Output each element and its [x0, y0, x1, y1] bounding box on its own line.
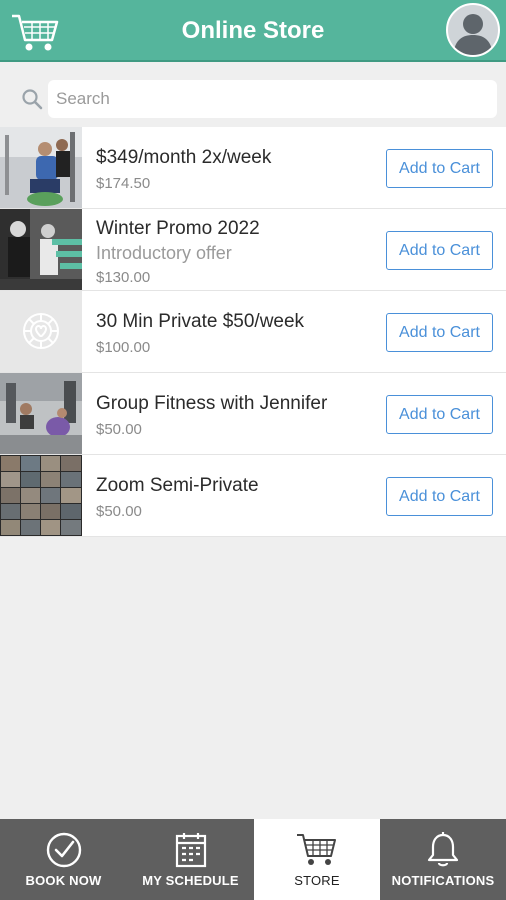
list-item[interactable]: Zoom Semi-Private $50.00 Add to Cart: [0, 455, 506, 537]
product-name: Winter Promo 2022: [96, 218, 260, 239]
product-thumbnail: [0, 209, 82, 290]
search-icon: [22, 89, 43, 110]
bell-icon: [427, 832, 459, 867]
check-circle-icon: [46, 832, 81, 868]
list-item[interactable]: Winter Promo 2022 Introductory offer $13…: [0, 209, 506, 291]
add-to-cart-button[interactable]: Add to Cart: [386, 149, 493, 188]
product-price: $174.50: [96, 175, 151, 192]
product-name: Zoom Semi-Private: [96, 475, 259, 496]
app-header: Online Store: [0, 0, 506, 62]
product-thumbnail: [0, 127, 82, 208]
tab-store[interactable]: STORE: [254, 819, 380, 900]
product-name: 30 Min Private $50/week: [96, 311, 305, 332]
tab-my-schedule[interactable]: MY SCHEDULE: [127, 819, 254, 900]
bottom-tab-bar: BOOK NOW MY SCHEDULE STORE NOTIFICATIONS: [0, 819, 506, 900]
tab-label: NOTIFICATIONS: [391, 873, 495, 888]
add-to-cart-button[interactable]: Add to Cart: [386, 395, 493, 434]
tab-book-now[interactable]: BOOK NOW: [0, 819, 127, 900]
list-item[interactable]: Group Fitness with Jennifer $50.00 Add t…: [0, 373, 506, 455]
product-name: $349/month 2x/week: [96, 147, 272, 168]
search-input[interactable]: [48, 80, 497, 118]
tab-notifications[interactable]: NOTIFICATIONS: [380, 819, 506, 900]
add-to-cart-button[interactable]: Add to Cart: [386, 477, 493, 516]
product-price: $50.00: [96, 503, 142, 520]
tab-label: STORE: [294, 873, 340, 888]
add-to-cart-button[interactable]: Add to Cart: [386, 313, 493, 352]
page-title: Online Store: [181, 17, 325, 44]
list-item[interactable]: 30 Min Private $50/week $100.00 Add to C…: [0, 291, 506, 373]
tab-label: BOOK NOW: [25, 873, 102, 888]
search-bar: [0, 70, 506, 126]
product-thumbnail: [0, 455, 82, 536]
product-subtitle: Introductory offer: [96, 243, 232, 263]
list-item[interactable]: $349/month 2x/week $174.50 Add to Cart: [0, 127, 506, 209]
user-avatar-icon[interactable]: [446, 3, 500, 57]
tab-label: MY SCHEDULE: [142, 873, 239, 888]
shopping-cart-icon: [297, 834, 336, 865]
product-thumbnail: [0, 373, 82, 454]
calendar-icon: [175, 833, 206, 868]
product-list: $349/month 2x/week $174.50 Add to Cart W…: [0, 127, 506, 537]
product-price: $130.00: [96, 269, 151, 286]
product-price: $100.00: [96, 339, 151, 356]
product-price: $50.00: [96, 421, 142, 438]
add-to-cart-button[interactable]: Add to Cart: [386, 231, 493, 270]
product-thumbnail: [0, 291, 82, 372]
product-name: Group Fitness with Jennifer: [96, 393, 328, 414]
